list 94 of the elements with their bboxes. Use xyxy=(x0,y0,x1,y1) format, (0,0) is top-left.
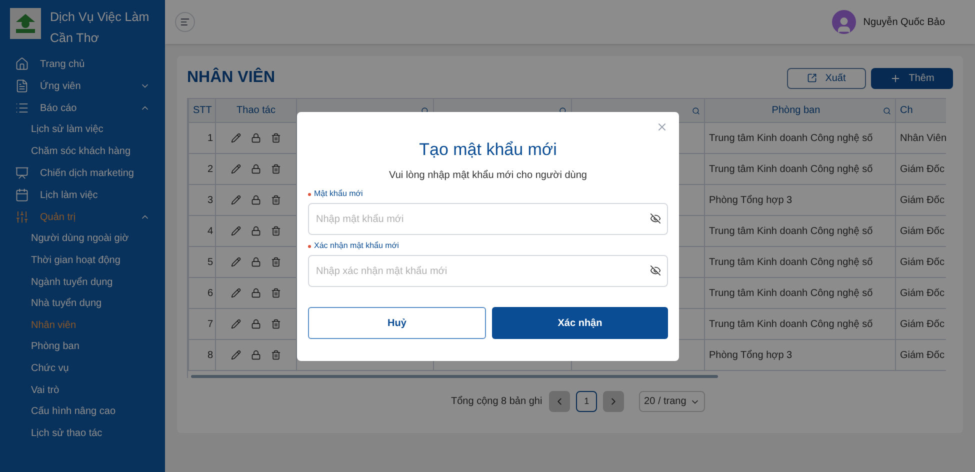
home-icon xyxy=(15,57,29,71)
monitor-icon xyxy=(15,166,29,180)
table-cell: 5 xyxy=(188,246,216,278)
table-cell: Phòng Tổng hợp 3 xyxy=(704,184,896,216)
trash-icon[interactable] xyxy=(271,195,281,205)
trash-icon[interactable] xyxy=(271,133,281,143)
sidebar-item[interactable]: Báo cáo xyxy=(0,97,165,119)
confirm-button[interactable]: Xác nhận xyxy=(492,307,668,339)
sidebar-item[interactable]: Chiến dịch marketing xyxy=(0,162,165,184)
sidebar-subitem[interactable]: Ngành tuyển dụng xyxy=(0,271,165,293)
table-cell: Trung tâm Kinh doanh Công nghệ số xyxy=(704,216,896,246)
trash-icon[interactable] xyxy=(271,288,281,298)
field-label: Mật khẩu mới xyxy=(314,188,363,200)
trash-icon[interactable] xyxy=(271,350,281,360)
sidebar-subitem[interactable]: Người dùng ngoài giờ xyxy=(0,228,165,250)
sidebar-subitem[interactable]: Thời gian hoạt động xyxy=(0,250,165,272)
column-header: Thao tác xyxy=(216,98,296,122)
sidebar-subitem[interactable]: Nhân viên xyxy=(0,314,165,336)
page-button[interactable]: 1 xyxy=(576,391,598,412)
document-icon xyxy=(15,79,29,93)
lock-icon[interactable] xyxy=(251,226,261,236)
table-cell: Trung tâm Kinh doanh Công nghệ số xyxy=(704,278,896,308)
sidebar-item[interactable]: Trang chủ xyxy=(0,53,165,75)
edit-icon[interactable] xyxy=(231,350,241,360)
sidebar-subitem[interactable]: Vai trò xyxy=(0,379,165,401)
lock-icon[interactable] xyxy=(251,319,261,329)
table-cell: 6 xyxy=(188,278,216,308)
edit-icon[interactable] xyxy=(231,195,241,205)
table-cell: 2 xyxy=(188,154,216,184)
sidebar-item[interactable]: Quản trị xyxy=(0,206,165,228)
column-header: STT xyxy=(188,98,216,122)
table-cell: Trung tâm Kinh doanh Công nghệ số xyxy=(704,308,896,340)
calendar-icon xyxy=(15,188,29,202)
password-field[interactable]: Nhập xác nhận mật khẩu mới xyxy=(308,255,668,287)
eye-off-icon[interactable] xyxy=(650,265,661,276)
edit-icon[interactable] xyxy=(231,288,241,298)
page-title: NHÂN VIÊN xyxy=(187,66,276,88)
column-header: Ch xyxy=(896,98,946,122)
lock-icon[interactable] xyxy=(251,164,261,174)
export-button[interactable]: Xuất xyxy=(787,68,866,88)
table-cell: Phòng Tổng hợp 3 xyxy=(704,340,896,370)
sidebar-item[interactable]: Ứng viên xyxy=(0,75,165,97)
trash-icon[interactable] xyxy=(271,164,281,174)
eye-off-icon[interactable] xyxy=(650,213,661,224)
edit-icon[interactable] xyxy=(231,164,241,174)
cancel-button[interactable]: Huỷ xyxy=(308,307,486,339)
trash-icon[interactable] xyxy=(271,257,281,267)
lock-icon[interactable] xyxy=(251,133,261,143)
table-cell: Trung tâm Kinh doanh Công nghệ số xyxy=(704,154,896,184)
edit-icon[interactable] xyxy=(231,319,241,329)
user-avatar xyxy=(832,10,856,34)
lock-icon[interactable] xyxy=(251,257,261,267)
menu-icon xyxy=(180,17,190,27)
sidebar-subitem[interactable]: Nhà tuyển dụng xyxy=(0,292,165,315)
menu-button[interactable] xyxy=(175,12,195,32)
sidebar-item[interactable]: Lịch làm việc xyxy=(0,184,165,206)
lock-icon[interactable] xyxy=(251,195,261,205)
lock-icon[interactable] xyxy=(251,288,261,298)
total-records: Tổng cộng 8 bản ghi xyxy=(451,394,542,409)
logo-icon xyxy=(10,8,41,39)
table-cell: Trung tâm Kinh doanh Công nghệ số xyxy=(704,246,896,278)
trash-icon[interactable] xyxy=(271,226,281,236)
dialog-title: Tạo mật khẩu mới xyxy=(418,139,558,161)
next-page-button[interactable] xyxy=(603,391,624,412)
sidebar-subitem[interactable]: Chăm sóc khách hàng xyxy=(0,140,165,162)
previous-page-button[interactable] xyxy=(549,391,570,412)
page-size-select[interactable]: 20 / trang xyxy=(639,391,706,412)
trash-icon[interactable] xyxy=(271,319,281,329)
sidebar-subitem[interactable]: Phòng ban xyxy=(0,336,165,358)
user-name: Nguyễn Quốc Bảo xyxy=(863,15,945,30)
table-cell: 3 xyxy=(188,184,216,216)
brand-title: Dịch Vụ Việc Làm Cần Thơ xyxy=(50,9,150,47)
table-cell: 8 xyxy=(188,340,216,370)
close-icon[interactable] xyxy=(656,121,668,133)
edit-icon[interactable] xyxy=(231,226,241,236)
table-cell: Trung tâm Kinh doanh Công nghệ số xyxy=(704,122,896,154)
sidebar-subitem[interactable]: Lịch sử làm việc xyxy=(0,119,165,141)
table-cell: 4 xyxy=(188,216,216,246)
field-label: Xác nhận mật khẩu mới xyxy=(314,240,399,252)
table-cell: 1 xyxy=(188,122,216,154)
export-icon xyxy=(807,73,818,83)
edit-icon[interactable] xyxy=(231,133,241,143)
lock-icon[interactable] xyxy=(251,350,261,360)
sliders-icon xyxy=(15,210,29,224)
password-field[interactable]: Nhập mật khẩu mới xyxy=(308,203,668,235)
sidebar-subitem[interactable]: Cấu hình nâng cao xyxy=(0,400,165,423)
table-cell: 7 xyxy=(188,308,216,340)
add-button[interactable]: Thêm xyxy=(871,68,953,88)
sidebar-subitem[interactable]: Chức vụ xyxy=(0,358,165,380)
sidebar-subitem[interactable]: Lịch sử thao tác xyxy=(0,422,165,444)
edit-icon[interactable] xyxy=(231,257,241,267)
plus-icon xyxy=(890,72,901,84)
dialog-subtitle: Vui lòng nhập mật khẩu mới cho người dùng xyxy=(388,168,588,183)
column-header: Phòng ban xyxy=(704,98,896,122)
